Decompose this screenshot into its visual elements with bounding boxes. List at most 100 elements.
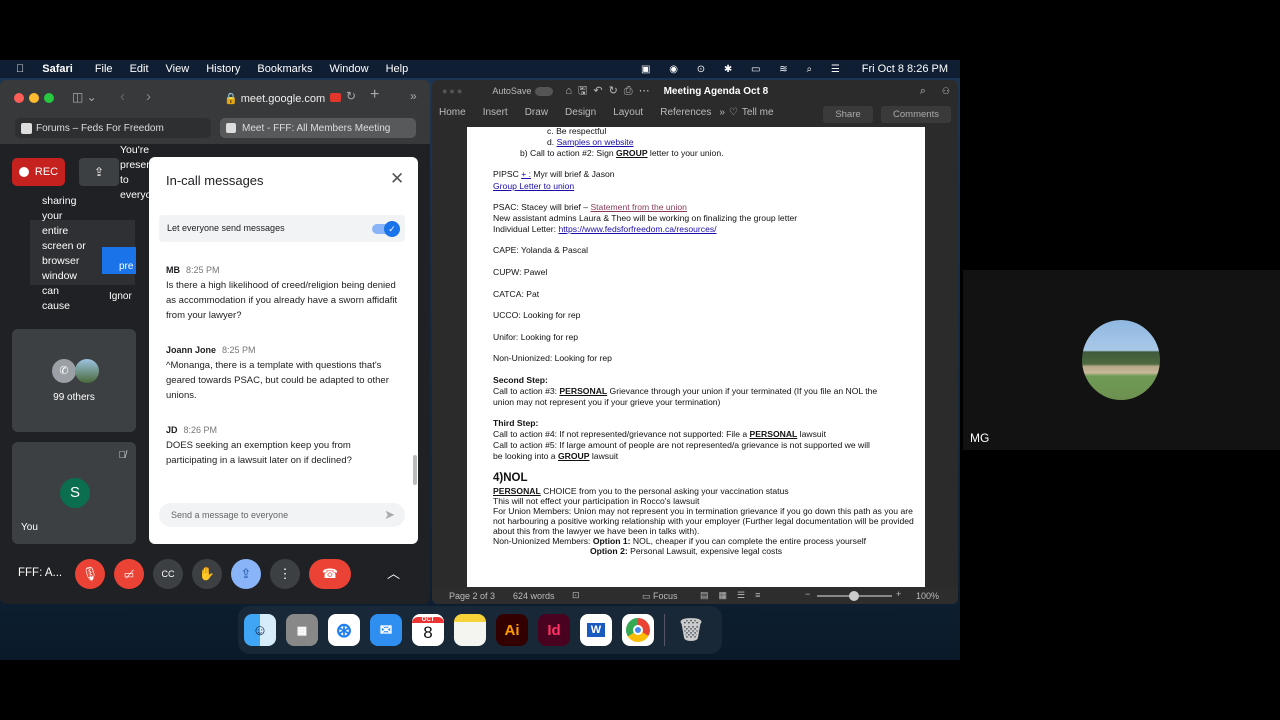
apple-icon[interactable]:  xyxy=(16,63,24,75)
toolbar-icons[interactable]: ⌂🖫↶↻⎙⋯ xyxy=(565,82,655,101)
proofing-icon[interactable]: ⊡ xyxy=(572,590,580,601)
self-tile[interactable]: 🎙̸ S You xyxy=(12,442,136,544)
more-options-button[interactable]: ⋮ xyxy=(270,559,300,589)
doc-link[interactable]: Group Letter to union xyxy=(493,181,574,191)
back-icon[interactable]: ‹ xyxy=(120,88,125,105)
doc-line: Third Step: xyxy=(493,418,538,428)
page-count[interactable]: Page 2 of 3 xyxy=(449,591,495,601)
zoom-out-button[interactable]: − xyxy=(805,589,810,599)
doc-line: not harbouring a positive working relati… xyxy=(493,516,914,526)
more-tabs-icon[interactable]: » xyxy=(719,107,725,118)
doc-line: New assistant admins Laura & Theo will b… xyxy=(493,213,797,223)
message-sender: Joann Jone 8:25 PM xyxy=(166,345,256,355)
recording-icon[interactable] xyxy=(330,93,341,102)
others-tile[interactable]: ✆ 99 others xyxy=(12,329,136,432)
present-button[interactable]: ⇪ xyxy=(231,559,261,589)
tab-design[interactable]: Design xyxy=(565,107,596,118)
autosave-toggle[interactable] xyxy=(535,86,554,96)
share-people-icon[interactable]: ⚇ xyxy=(942,86,950,97)
scrollbar[interactable] xyxy=(413,455,417,485)
comments-button[interactable]: Comments xyxy=(881,106,951,123)
status-bar: Page 2 of 3 624 words ⊡ ▭ Focus ▤▦☰≡ − +… xyxy=(432,587,958,604)
tab-home[interactable]: Home xyxy=(439,107,466,118)
zoom-level[interactable]: 100% xyxy=(916,591,939,601)
mail-icon[interactable]: ✉ xyxy=(370,614,402,646)
message-sender: MB 8:25 PM xyxy=(166,265,220,275)
leave-call-button[interactable]: ☎ xyxy=(309,559,351,589)
zoom-slider-thumb[interactable] xyxy=(849,591,859,601)
doc-text: NOL, cheaper if you can complete the ent… xyxy=(630,536,867,546)
forward-icon[interactable]: › xyxy=(146,88,151,105)
captions-button[interactable]: CC xyxy=(153,559,183,589)
new-tab-icon[interactable]: + xyxy=(370,86,379,104)
menu-app-name[interactable]: Safari xyxy=(42,63,73,75)
participant-avatar xyxy=(1082,320,1160,400)
calendar-icon[interactable]: OCT 8 xyxy=(412,614,444,646)
raise-hand-button[interactable]: ✋ xyxy=(192,559,222,589)
launchpad-icon[interactable]: ▦ xyxy=(286,614,318,646)
doc-link[interactable]: + : xyxy=(521,169,531,179)
participant-tile[interactable]: MG xyxy=(963,270,1280,450)
minimize-button[interactable] xyxy=(29,93,39,103)
present-anyway-button[interactable]: pre xyxy=(102,247,136,274)
doc-line: Unifor: Looking for rep xyxy=(493,332,578,342)
zoom-in-button[interactable]: + xyxy=(896,589,901,599)
zoom-slider[interactable] xyxy=(817,591,892,601)
notes-icon[interactable] xyxy=(454,614,486,646)
clock[interactable]: Fri Oct 8 8:26 PM xyxy=(862,63,948,75)
send-icon[interactable]: ➤ xyxy=(384,507,395,523)
doc-link[interactable]: Statement from the union xyxy=(590,202,687,212)
tab-overview-icon[interactable]: » xyxy=(410,89,417,103)
menu-bookmarks[interactable]: Bookmarks xyxy=(257,63,312,75)
tab-insert[interactable]: Insert xyxy=(483,107,508,118)
present-icon[interactable]: ⇪ xyxy=(79,158,119,186)
sidebar-icon[interactable]: ◫ ⌄ xyxy=(72,90,97,104)
close-button[interactable] xyxy=(14,93,24,103)
indesign-icon[interactable]: Id xyxy=(538,614,570,646)
tab-meet[interactable]: Meet - FFF: All Members Meeting xyxy=(220,118,416,138)
menu-file[interactable]: File xyxy=(95,63,113,75)
reload-icon[interactable]: ↻ xyxy=(346,89,356,103)
share-button[interactable]: Share xyxy=(823,106,873,123)
send-messages-toggle[interactable]: ✓ xyxy=(372,221,400,237)
ignore-button[interactable]: Ignor xyxy=(109,291,136,302)
window-controls[interactable]: ●●● xyxy=(442,86,464,96)
menu-view[interactable]: View xyxy=(166,63,190,75)
mic-off-button[interactable]: 🎙 xyxy=(75,559,105,589)
tab-forums[interactable]: Forums – Feds For Freedom xyxy=(15,118,211,138)
finder-icon[interactable]: ☺ xyxy=(244,614,276,646)
tab-draw[interactable]: Draw xyxy=(525,107,548,118)
camera-off-button[interactable]: ▭̸ xyxy=(114,559,144,589)
menu-history[interactable]: History xyxy=(206,63,240,75)
view-icons[interactable]: ▤▦☰≡ xyxy=(700,590,770,601)
rec-button[interactable]: REC xyxy=(12,158,65,186)
search-icon[interactable]: ⌕ xyxy=(920,85,926,98)
document-page[interactable]: c. Be respectful d. Samples on website b) … xyxy=(467,126,925,587)
message-input[interactable]: Send a message to everyone ➤ xyxy=(159,503,405,527)
doc-text: UCCO: Looking for rep xyxy=(493,310,581,320)
doc-link[interactable]: Samples on website xyxy=(557,137,634,147)
menu-window[interactable]: Window xyxy=(329,63,368,75)
illustrator-icon[interactable]: Ai xyxy=(496,614,528,646)
safari-icon[interactable]: ⊛ xyxy=(328,614,360,646)
doc-text: PERSONAL xyxy=(493,486,541,496)
word-icon[interactable]: W xyxy=(580,614,612,646)
zoom-button[interactable] xyxy=(44,93,54,103)
url-field[interactable]: 🔒 meet.google.com xyxy=(224,92,325,105)
doc-link[interactable]: https://www.fedsforfreedom.ca/resources/ xyxy=(558,224,716,234)
chrome-icon[interactable] xyxy=(622,614,654,646)
doc-line: 4)NOL xyxy=(493,472,528,484)
doc-text: Personal Lawsuit, expensive legal costs xyxy=(627,546,783,556)
menu-help[interactable]: Help xyxy=(386,63,409,75)
menu-edit[interactable]: Edit xyxy=(130,63,149,75)
chrome-logo xyxy=(626,618,650,642)
close-chat-icon[interactable]: ✕ xyxy=(390,169,404,189)
focus-button[interactable]: ▭ Focus xyxy=(642,591,678,602)
tell-me[interactable]: Tell me xyxy=(742,107,774,118)
status-icons[interactable]: ▣ ◉ ⊙ ✱ ▭ ≋ ⌕ ☰ xyxy=(641,64,848,75)
expand-chevron-icon[interactable]: ︿ xyxy=(387,563,400,582)
tab-layout[interactable]: Layout xyxy=(613,107,643,118)
tab-references[interactable]: References xyxy=(660,107,711,118)
word-count[interactable]: 624 words xyxy=(513,591,555,601)
trash-icon[interactable]: 🗑 xyxy=(675,614,707,646)
